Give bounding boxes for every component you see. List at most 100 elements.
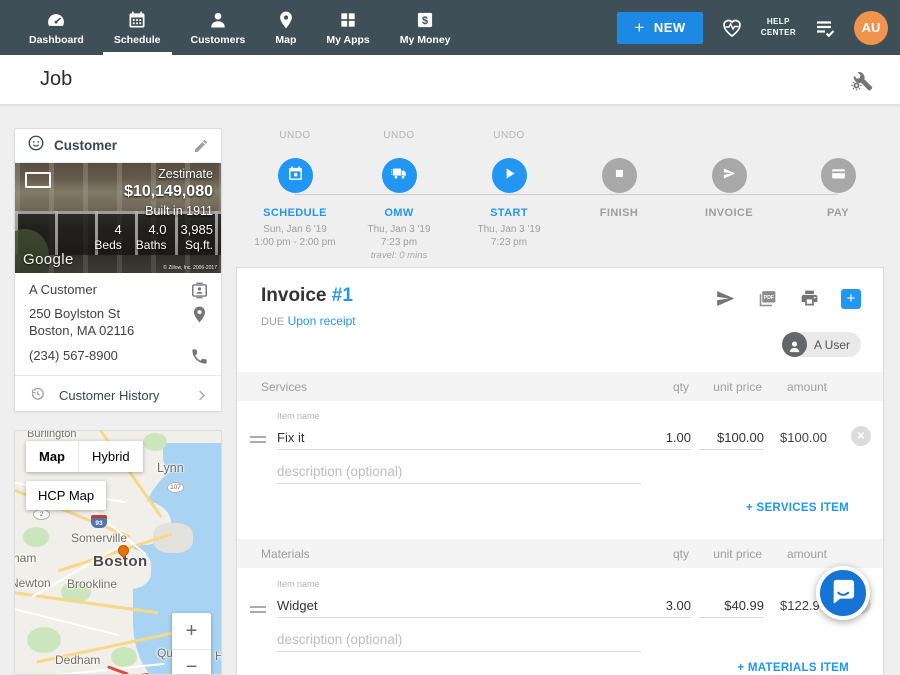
address-line2: Boston, MA 02116 xyxy=(29,322,134,339)
edit-pencil-icon[interactable] xyxy=(193,138,209,154)
undo-schedule-button[interactable]: UNDO xyxy=(240,130,350,143)
app-screen: Dashboard Schedule Customers Map My Apps… xyxy=(0,0,900,675)
zoom-out-button[interactable]: − xyxy=(172,649,211,675)
services-item-drag-handle[interactable] xyxy=(250,436,266,446)
map-park-4 xyxy=(143,433,167,451)
top-navbar: Dashboard Schedule Customers Map My Apps… xyxy=(0,0,900,55)
customer-history-row[interactable]: Customer History xyxy=(15,379,221,412)
materials-item-name-input[interactable] xyxy=(277,596,641,618)
zoom-in-button[interactable]: + xyxy=(172,613,211,649)
customer-card-divider xyxy=(15,375,221,376)
services-item-name-label: Item name xyxy=(277,411,320,421)
user-avatar[interactable]: AU xyxy=(854,11,888,45)
undo-start-button[interactable]: UNDO xyxy=(454,130,564,143)
zestimate-label: Zestimate xyxy=(94,167,213,181)
heart-pulse-icon[interactable] xyxy=(720,16,744,40)
property-photo[interactable]: Zestimate $10,149,080 Built in 1911 4Bed… xyxy=(15,163,221,273)
nav-customers[interactable]: Customers xyxy=(188,0,249,55)
customer-name: A Customer xyxy=(29,281,97,300)
print-icon[interactable] xyxy=(799,288,820,309)
history-icon xyxy=(29,385,46,407)
materials-description-input[interactable] xyxy=(277,630,641,652)
services-remove-icon[interactable]: ✕ xyxy=(851,426,871,446)
page-header: Job xyxy=(0,55,900,105)
add-services-item-link[interactable]: + SERVICES ITEM xyxy=(746,502,849,514)
job-progress-steps: UNDO SCHEDULE Sun, Jan 6 '191:00 pm - 2:… xyxy=(240,130,896,262)
nav-my-apps-label: My Apps xyxy=(326,34,369,46)
finish-step-button[interactable] xyxy=(602,158,637,193)
chat-launcher-button[interactable] xyxy=(816,566,870,620)
stop-icon xyxy=(611,165,628,187)
undo-omw-button[interactable]: UNDO xyxy=(344,130,454,143)
map-zoom-control: + − xyxy=(172,613,211,675)
materials-item-drag-handle[interactable] xyxy=(250,606,266,616)
omw-step-button[interactable] xyxy=(382,158,417,193)
map-label-burlington: Burlington xyxy=(27,431,77,440)
step-start: UNDO START Thu, Jan 3 '197:23 pm xyxy=(454,130,564,249)
map-label-somerville: Somerville xyxy=(71,531,127,545)
materials-unit-price-input[interactable] xyxy=(699,596,764,618)
location-pin-icon[interactable] xyxy=(190,305,209,339)
built-year: Built in 1911 xyxy=(94,204,213,218)
invoice-card: Invoice #1 DUE Upon receipt PDF + A User… xyxy=(236,267,884,675)
customer-address: 250 Boylston St Boston, MA 02116 xyxy=(29,305,134,339)
pay-step-button[interactable] xyxy=(821,158,856,193)
step-label-invoice: INVOICE xyxy=(674,207,784,219)
invoice-add-button[interactable]: + xyxy=(841,289,861,309)
due-value-link[interactable]: Upon receipt xyxy=(288,314,356,328)
schedule-step-button[interactable] xyxy=(278,158,313,193)
materials-qty-input[interactable] xyxy=(635,596,691,618)
nav-schedule[interactable]: Schedule xyxy=(111,0,164,55)
map-label-newton: Newton xyxy=(15,576,51,590)
services-col-qty: qty xyxy=(673,380,689,394)
map-card: Burlington Lynn Somerville Boston ham Ne… xyxy=(14,430,222,675)
zestimate-overlay: Zestimate $10,149,080 Built in 1911 4Bed… xyxy=(94,167,213,252)
route-shield-2: 2 xyxy=(33,509,50,520)
svg-text:$: $ xyxy=(422,15,428,27)
map-type-hybrid-button[interactable]: Hybrid xyxy=(78,441,143,472)
start-step-button[interactable] xyxy=(492,158,527,193)
customer-face-icon xyxy=(27,134,45,157)
pdf-icon[interactable]: PDF xyxy=(757,288,778,309)
hcp-map-button[interactable]: HCP Map xyxy=(26,481,106,510)
send-icon[interactable] xyxy=(715,288,736,309)
map-park-3 xyxy=(27,627,61,653)
truck-icon xyxy=(391,165,408,187)
services-qty-input[interactable] xyxy=(635,428,691,450)
omw-travel-time: travel: 0 mins xyxy=(344,249,454,262)
dollar-icon: $ xyxy=(415,10,435,30)
invoice-number[interactable]: #1 xyxy=(332,285,353,306)
services-description-input[interactable] xyxy=(277,462,641,484)
street-view-icon xyxy=(25,172,51,188)
nav-dashboard[interactable]: Dashboard xyxy=(26,0,87,55)
services-item-name-input[interactable] xyxy=(277,428,641,450)
materials-section-header: Materials qty unit price amount xyxy=(237,539,883,568)
services-unit-price-input[interactable] xyxy=(699,428,764,450)
svg-text:PDF: PDF xyxy=(764,295,775,301)
nav-map[interactable]: Map xyxy=(272,0,299,55)
nav-my-money-label: My Money xyxy=(400,34,451,46)
step-label-finish: FINISH xyxy=(564,207,674,219)
contact-card-icon[interactable] xyxy=(190,281,209,300)
list-check-icon[interactable] xyxy=(813,16,837,40)
step-schedule: UNDO SCHEDULE Sun, Jan 6 '191:00 pm - 2:… xyxy=(240,130,350,249)
phone-icon[interactable] xyxy=(190,347,209,366)
zillow-copyright: © Zillow, Inc. 2006-2017 xyxy=(163,265,217,271)
calendar-step-icon xyxy=(287,165,304,187)
assignee-chip[interactable]: A User xyxy=(782,332,861,357)
map-type-map-button[interactable]: Map xyxy=(26,441,78,472)
add-materials-item-link[interactable]: + MATERIALS ITEM xyxy=(737,662,849,674)
job-settings-icon[interactable] xyxy=(850,68,874,92)
stat-sqft: 3,985Sq.ft. xyxy=(180,222,213,252)
new-button[interactable]: + NEW xyxy=(617,12,702,44)
invoice-step-button[interactable] xyxy=(712,158,747,193)
zestimate-value: $10,149,080 xyxy=(94,183,213,201)
nav-my-money[interactable]: $ My Money xyxy=(397,0,454,55)
materials-col-amount: amount xyxy=(787,547,827,561)
invoice-actions: PDF + xyxy=(715,288,861,309)
assignee-name: A User xyxy=(814,338,850,352)
services-col-unit-price: unit price xyxy=(713,380,762,394)
help-center-link[interactable]: HELP CENTER xyxy=(761,17,796,39)
map-park-5 xyxy=(111,647,137,667)
nav-my-apps[interactable]: My Apps xyxy=(323,0,372,55)
